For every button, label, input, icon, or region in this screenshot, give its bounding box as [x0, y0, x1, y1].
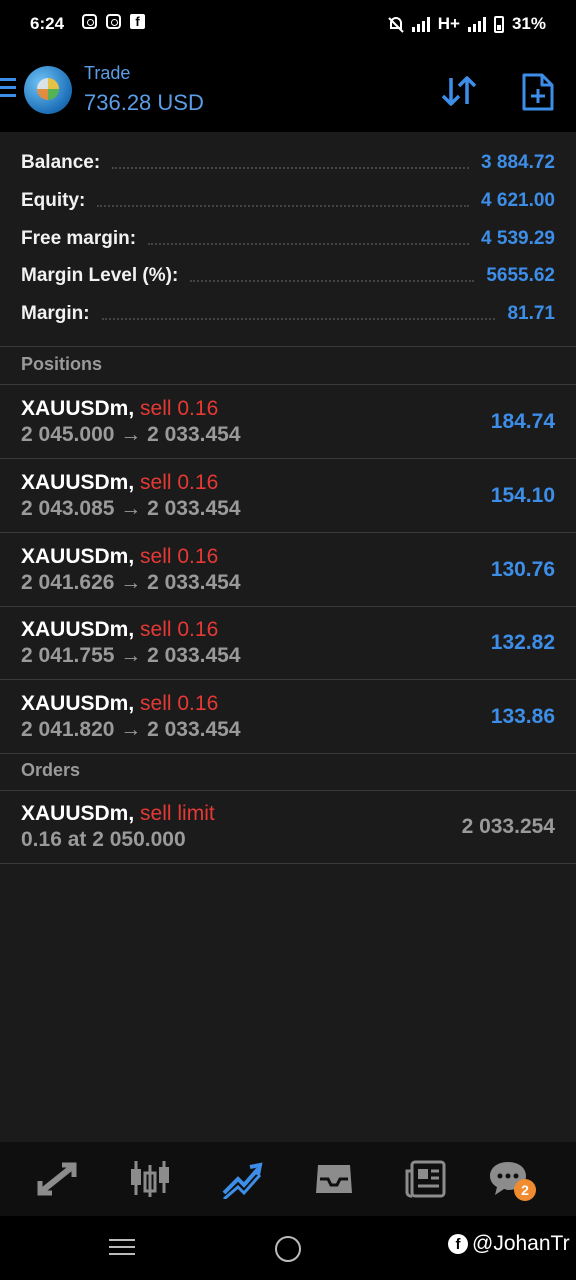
trade-icon[interactable]	[220, 1159, 264, 1199]
summary-row-margin-level: Margin Level (%): 5655.62	[21, 261, 555, 291]
summary-label: Equity:	[21, 190, 86, 211]
system-navigation: f @JohanTr	[0, 1216, 576, 1280]
position-profit: 130.76	[490, 558, 555, 581]
position-side: sell 0.16	[140, 471, 219, 494]
new-order-icon[interactable]	[520, 72, 556, 112]
position-prices: 2 041.626 → 2 033.454	[21, 571, 241, 594]
summary-value: 5655.62	[486, 265, 555, 286]
watermark: f @JohanTr	[448, 1232, 570, 1256]
app-logo	[24, 66, 72, 114]
instagram-icon	[82, 14, 97, 29]
summary-value: 4 621.00	[481, 190, 555, 211]
section-title: Orders	[21, 760, 81, 780]
bell-muted-icon	[388, 16, 404, 33]
section-title: Positions	[21, 354, 103, 374]
summary-value: 4 539.29	[481, 228, 555, 249]
position-prices: 2 045.000 → 2 033.454	[21, 423, 241, 446]
battery-icon	[493, 15, 504, 33]
summary-value: 3 884.72	[481, 152, 555, 173]
quotes-icon[interactable]	[36, 1159, 80, 1199]
chat-badge: 2	[514, 1179, 536, 1201]
position-profit: 184.74	[490, 410, 555, 433]
order-symbol: XAUUSDm,	[21, 802, 135, 825]
position-prices: 2 043.085 → 2 033.454	[21, 497, 241, 520]
header-balance: 736.28 USD	[84, 90, 204, 115]
position-side: sell 0.16	[140, 545, 219, 568]
order-side: sell limit	[140, 802, 215, 825]
order-details: 0.16 at 2 050.000	[21, 828, 186, 851]
account-summary: Balance: 3 884.72 Equity: 4 621.00 Free …	[0, 132, 576, 347]
position-side: sell 0.16	[140, 397, 219, 420]
history-icon[interactable]	[312, 1159, 356, 1199]
orders-section-header: Orders	[0, 752, 576, 791]
summary-label: Margin:	[21, 303, 90, 324]
position-symbol: XAUUSDm,	[21, 692, 135, 715]
summary-row-margin: Margin: 81.71	[21, 299, 555, 329]
position-row[interactable]: XAUUSDm, sell 0.16 2 043.085 → 2 033.454…	[0, 459, 576, 533]
position-symbol: XAUUSDm,	[21, 471, 135, 494]
position-row[interactable]: XAUUSDm, sell 0.16 2 041.626 → 2 033.454…	[0, 533, 576, 607]
signal-icon	[467, 16, 486, 32]
summary-label: Balance:	[21, 152, 101, 173]
position-row[interactable]: XAUUSDm, sell 0.16 2 041.755 → 2 033.454…	[0, 606, 576, 680]
position-symbol: XAUUSDm,	[21, 397, 135, 420]
news-icon[interactable]	[404, 1159, 448, 1199]
position-prices: 2 041.755 → 2 033.454	[21, 644, 241, 667]
chat-nav-item[interactable]: 2	[488, 1159, 536, 1201]
bottom-navigation: 2	[0, 1142, 576, 1216]
position-side: sell 0.16	[140, 692, 219, 715]
order-row[interactable]: XAUUSDm, sell limit 0.16 at 2 050.000 2 …	[0, 790, 576, 864]
positions-section-header: Positions	[0, 346, 576, 385]
order-price: 2 033.254	[461, 815, 555, 838]
position-row[interactable]: XAUUSDm, sell 0.16 2 041.820 → 2 033.454…	[0, 680, 576, 754]
position-side: sell 0.16	[140, 618, 219, 641]
position-profit: 133.86	[490, 705, 555, 728]
status-bar: 6:24 f H+ 31%	[0, 0, 576, 50]
instagram-icon	[106, 14, 121, 29]
menu-icon[interactable]	[0, 78, 16, 97]
battery-level: 31%	[511, 14, 546, 33]
facebook-icon: f	[130, 14, 145, 29]
position-symbol: XAUUSDm,	[21, 545, 135, 568]
summary-row-free-margin: Free margin: 4 539.29	[21, 224, 555, 254]
summary-value: 81.71	[507, 303, 555, 324]
position-prices: 2 041.820 → 2 033.454	[21, 718, 241, 741]
chart-icon[interactable]	[128, 1159, 172, 1199]
signal-icon	[411, 16, 430, 32]
summary-row-equity: Equity: 4 621.00	[21, 186, 555, 216]
status-system-icons: H+ 31%	[388, 14, 546, 34]
summary-label: Margin Level (%):	[21, 265, 179, 286]
app-header: Trade 736.28 USD	[0, 50, 576, 132]
summary-row-balance: Balance: 3 884.72	[21, 148, 555, 178]
facebook-icon: f	[448, 1234, 468, 1254]
summary-label: Free margin:	[21, 228, 137, 249]
status-notification-icons: f	[82, 14, 145, 29]
recent-apps-button[interactable]	[109, 1239, 135, 1260]
watermark-text: @JohanTr	[472, 1232, 570, 1255]
status-time: 6:24	[30, 14, 65, 33]
position-profit: 132.82	[490, 631, 555, 654]
home-button[interactable]	[275, 1236, 301, 1262]
network-type: H+	[437, 14, 460, 33]
position-profit: 154.10	[490, 484, 555, 507]
page-title: Trade	[84, 63, 131, 83]
sort-icon[interactable]	[440, 72, 478, 110]
position-row[interactable]: XAUUSDm, sell 0.16 2 045.000 → 2 033.454…	[0, 385, 576, 459]
position-symbol: XAUUSDm,	[21, 618, 135, 641]
